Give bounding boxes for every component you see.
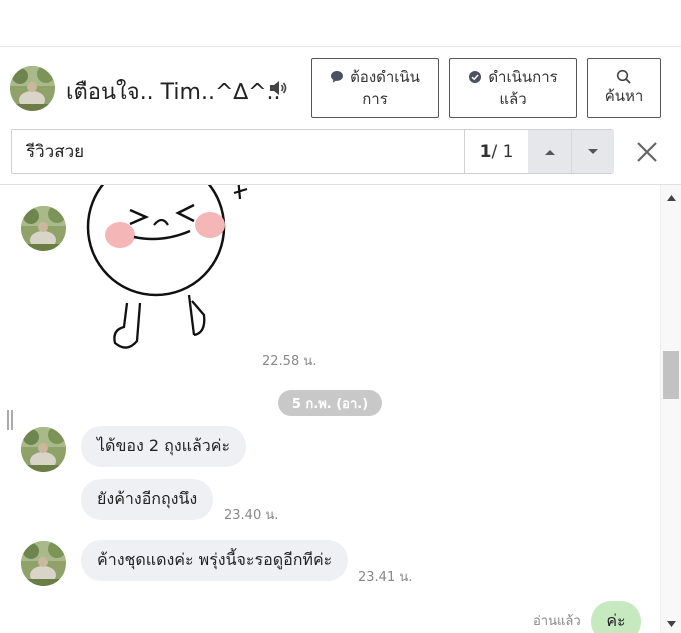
search-current-index: 1 xyxy=(479,141,492,162)
search-button-label: ค้นหา xyxy=(604,87,644,105)
search-total: / 1 xyxy=(491,141,514,162)
incoming-message[interactable]: ค้างชุดแดงค่ะ พรุ่งนี้จะรอดูอีกทีค่ะ xyxy=(81,540,349,581)
read-receipt: อ่านแล้ว xyxy=(533,614,581,629)
message-search-bar: 1/ 1 xyxy=(11,129,614,174)
chevron-down-icon xyxy=(588,148,598,154)
message-time: 22.58 น. xyxy=(262,354,317,369)
chat-scrollbar[interactable] xyxy=(660,185,681,633)
chat-bubble-icon xyxy=(331,71,344,83)
done-label-line1: ดำเนินการ xyxy=(488,68,558,86)
scroll-up-icon[interactable] xyxy=(667,194,676,201)
message-search-input[interactable] xyxy=(12,130,464,173)
todo-button[interactable]: ต้องดำเนิน การ xyxy=(311,58,439,118)
previous-result-button[interactable] xyxy=(528,130,571,173)
incoming-message[interactable]: ยังค้างอีกถุงนึง xyxy=(81,479,214,520)
message-time: 23.40 น. xyxy=(224,508,279,523)
contact-avatar[interactable] xyxy=(21,541,66,586)
laughing-sticker[interactable] xyxy=(82,184,252,360)
scroll-down-icon[interactable] xyxy=(667,621,676,628)
outgoing-message[interactable]: ค่ะ xyxy=(591,601,641,633)
close-search-button[interactable] xyxy=(633,138,661,166)
chevron-up-icon xyxy=(544,149,555,155)
scrollbar-thumb[interactable] xyxy=(663,351,679,399)
search-button[interactable]: ค้นหา xyxy=(587,58,661,118)
message-list[interactable]: 22.58 น. 5 ก.พ. (อา.) ได้ของ 2 ถุงแล้วค่… xyxy=(0,184,681,633)
check-circle-icon xyxy=(469,71,482,83)
next-result-button[interactable] xyxy=(571,130,614,173)
top-bar xyxy=(0,0,681,47)
todo-label-line1: ต้องดำเนิน xyxy=(350,68,420,86)
done-label-line2: แล้ว xyxy=(499,90,527,108)
search-result-count: 1/ 1 xyxy=(464,130,528,173)
search-icon xyxy=(616,69,631,84)
incoming-message[interactable]: ได้ของ 2 ถุงแล้วค่ะ xyxy=(81,426,247,467)
speaker-icon[interactable] xyxy=(268,79,288,97)
chat-header: เตือนใจ.. Tim..^∆^.. ต้องดำเนิน การ ดำเน… xyxy=(0,48,681,128)
done-button[interactable]: ดำเนินการ แล้ว xyxy=(449,58,577,118)
chat-name: เตือนใจ.. Tim..^∆^.. xyxy=(66,80,281,105)
message-time: 23.41 น. xyxy=(358,570,413,585)
contact-avatar[interactable] xyxy=(10,66,55,111)
resize-handle[interactable] xyxy=(7,410,15,430)
contact-avatar[interactable] xyxy=(21,427,66,472)
date-separator: 5 ก.พ. (อา.) xyxy=(278,390,382,416)
contact-avatar[interactable] xyxy=(21,206,66,251)
todo-label-line2: การ xyxy=(362,90,388,108)
